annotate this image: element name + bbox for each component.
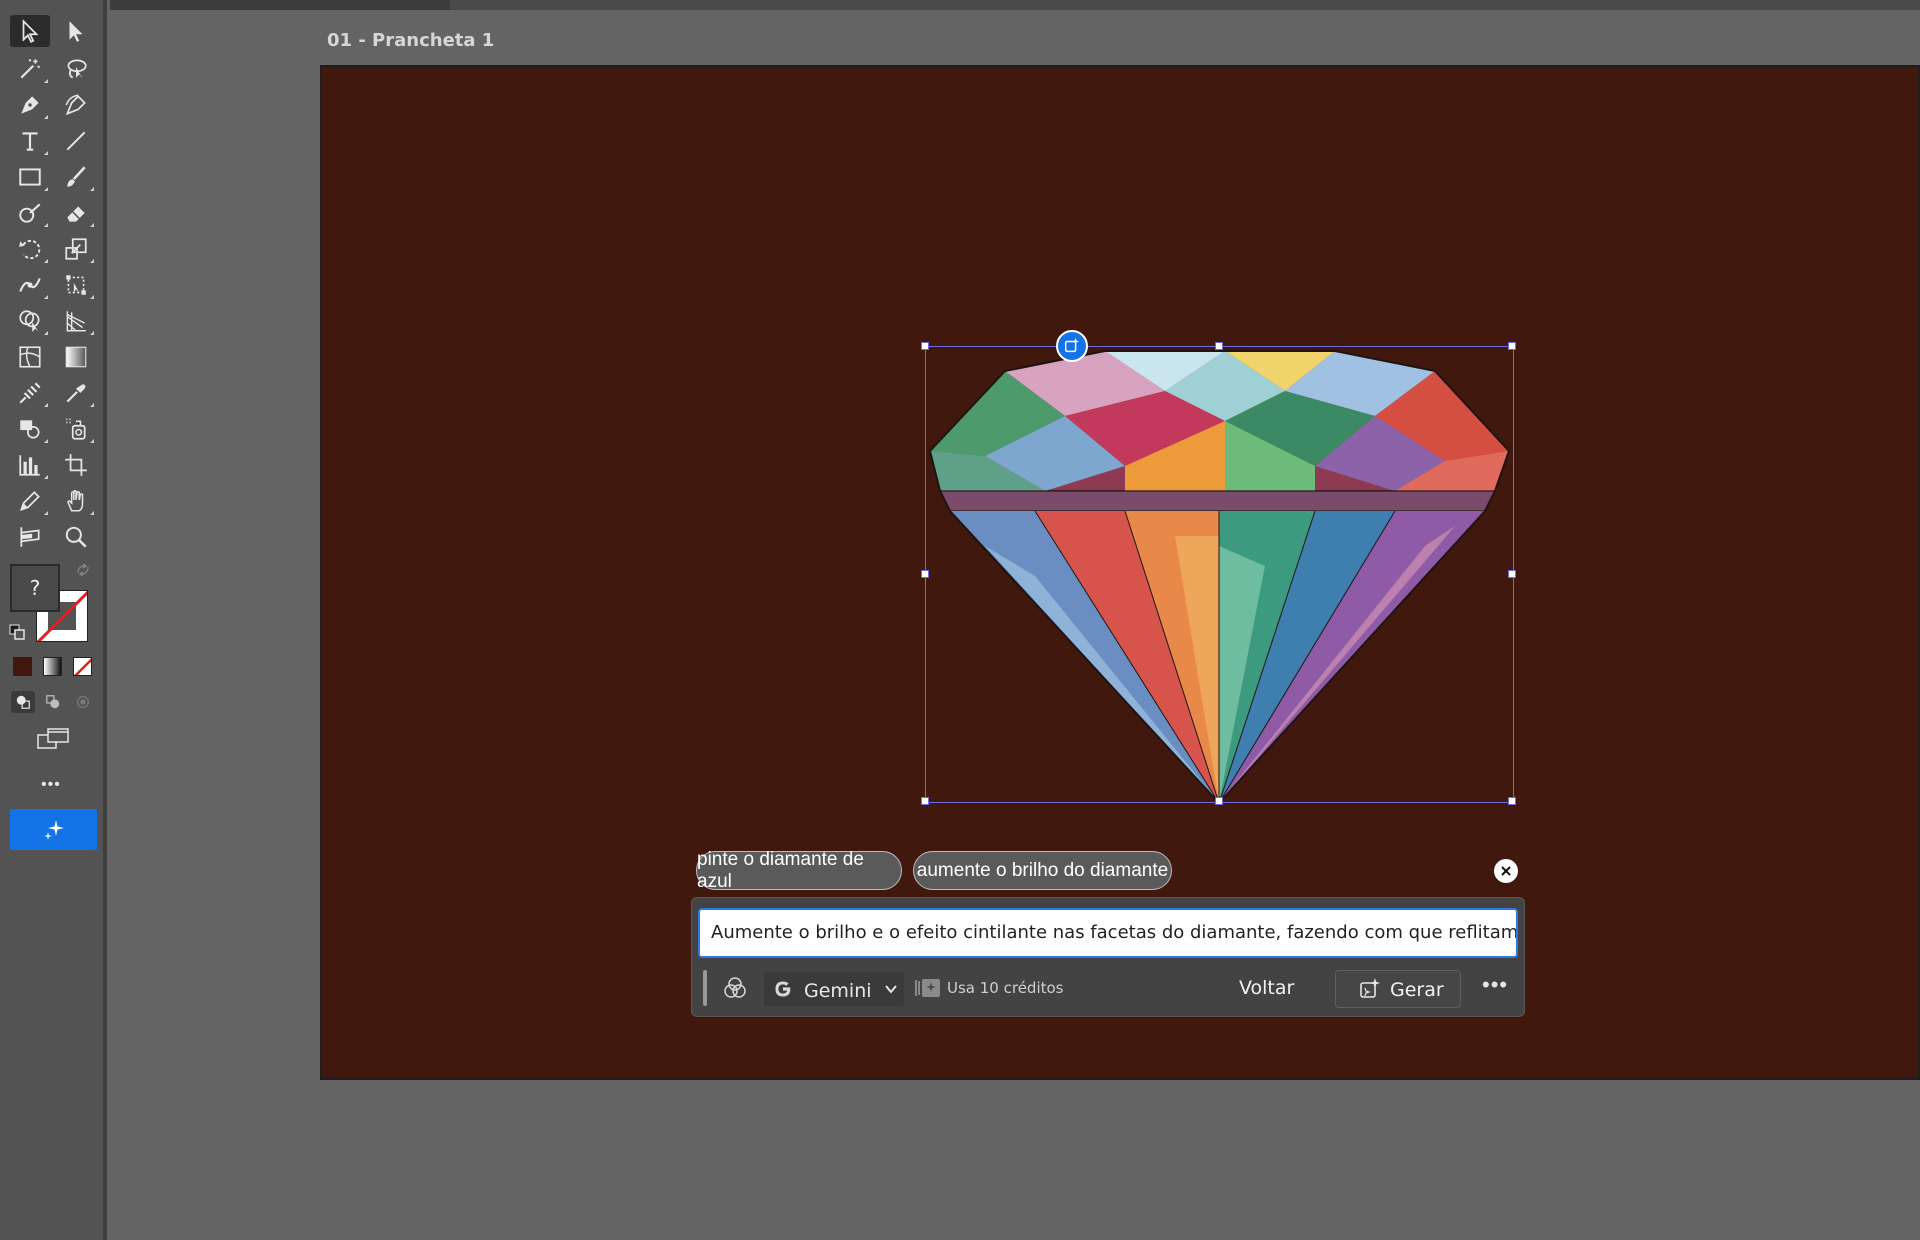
pencil-tool-icon[interactable] [10,485,50,517]
draw-inside-icon[interactable] [71,691,95,713]
handle-bottom-center[interactable] [1215,797,1223,805]
handle-bottom-right[interactable] [1508,797,1516,805]
document-tab-area[interactable] [110,0,450,10]
paintbrush-tool-icon[interactable] [56,161,96,193]
lasso-tool-icon[interactable] [56,53,96,85]
suggestion-chip-label: pinte o diamante de azul [697,848,864,892]
generate-label: Gerar [1390,979,1444,1001]
selection-tool-icon[interactable] [10,15,50,47]
width-tool-icon[interactable] [10,269,50,301]
eraser-tool-icon[interactable] [56,197,96,229]
mesh-tool-icon[interactable] [10,341,50,373]
rotate-tool-icon[interactable] [10,233,50,265]
close-suggestions-button[interactable] [1494,859,1518,883]
perspective-grid-tool-icon[interactable] [56,305,96,337]
zoom-tool-icon[interactable] [56,521,96,553]
draw-behind-icon[interactable] [41,691,65,713]
rectangle-tool-icon[interactable] [10,161,50,193]
panel-drag-handle[interactable] [703,970,707,1006]
edit-toolbar-more-button[interactable]: ••• [41,776,61,794]
suggestion-chip-brightness[interactable]: aumente o brilho do diamante [913,851,1172,890]
symbol-sprayer-tool-icon[interactable] [56,413,96,445]
shape-builder-tool-icon[interactable] [10,305,50,337]
draw-normal-icon[interactable] [11,691,35,713]
default-fill-stroke-icon[interactable] [9,624,25,640]
credits-icon [914,977,942,999]
curvature-tool-icon[interactable] [56,89,96,121]
handle-top-left[interactable] [921,342,929,350]
google-icon [775,981,791,997]
close-icon [1501,866,1511,876]
pen-tool-icon[interactable] [10,89,50,121]
generative-ai-button[interactable] [10,809,97,850]
swap-fill-stroke-icon[interactable] [76,563,90,577]
prompt-actions-row: Gemini Usa 10 créditos Voltar Gerar ••• [692,966,1526,1010]
suggestion-chip-label: aumente o brilho do diamante [916,859,1169,881]
magic-wand-tool-icon[interactable] [10,53,50,85]
gradient-mode-button[interactable] [43,657,62,676]
none-mode-button[interactable] [73,657,92,676]
color-mode-button[interactable] [13,657,32,676]
fill-swatch[interactable]: ? [10,564,60,612]
blend-tool-icon[interactable] [10,377,50,409]
generate-icon [1360,978,1380,998]
generative-prompt-panel: Aumente o brilho e o efeito cintilante n… [691,897,1525,1017]
generative-edit-badge[interactable] [1056,330,1088,362]
column-graph-tool-icon[interactable] [10,449,50,481]
live-paint-bucket-tool-icon[interactable] [10,413,50,445]
tools-panel: ? ••• [0,0,107,1240]
artboard-label[interactable]: 01 - Prancheta 1 [327,30,494,51]
type-tool-icon[interactable] [10,125,50,157]
slice-tool-icon[interactable] [10,521,50,553]
style-reference-icon[interactable] [722,975,748,1001]
suggestion-chip-blue[interactable]: pinte o diamante de azul [696,848,902,892]
chevron-down-icon [885,985,897,994]
scale-tool-icon[interactable] [56,233,96,265]
generate-button[interactable]: Gerar [1335,970,1461,1008]
free-transform-tool-icon[interactable] [56,269,96,301]
credits-label: Usa 10 créditos [947,979,1064,997]
artboard-tool-icon[interactable] [56,449,96,481]
handle-middle-left[interactable] [921,570,929,578]
direct-selection-tool-icon[interactable] [56,15,96,47]
line-segment-tool-icon[interactable] [56,125,96,157]
handle-bottom-left[interactable] [921,797,929,805]
top-strip [110,0,1920,10]
selection-bounding-box[interactable] [921,342,1516,805]
more-options-button[interactable]: ••• [1482,972,1508,998]
fill-unknown-label: ? [29,576,41,600]
generative-edit-icon [1064,337,1080,353]
gradient-tool-icon[interactable] [56,341,96,373]
model-select[interactable]: Gemini [764,972,904,1006]
back-button[interactable]: Voltar [1239,977,1294,999]
sparkle-icon [43,819,64,840]
screen-mode-icon[interactable] [36,726,70,752]
shaper-tool-icon[interactable] [10,197,50,229]
handle-top-center[interactable] [1215,342,1223,350]
handle-middle-right[interactable] [1508,570,1516,578]
eyedropper-tool-icon[interactable] [56,377,96,409]
model-name: Gemini [804,980,872,1002]
prompt-input[interactable]: Aumente o brilho e o efeito cintilante n… [698,908,1518,958]
hand-tool-icon[interactable] [56,485,96,517]
handle-top-right[interactable] [1508,342,1516,350]
